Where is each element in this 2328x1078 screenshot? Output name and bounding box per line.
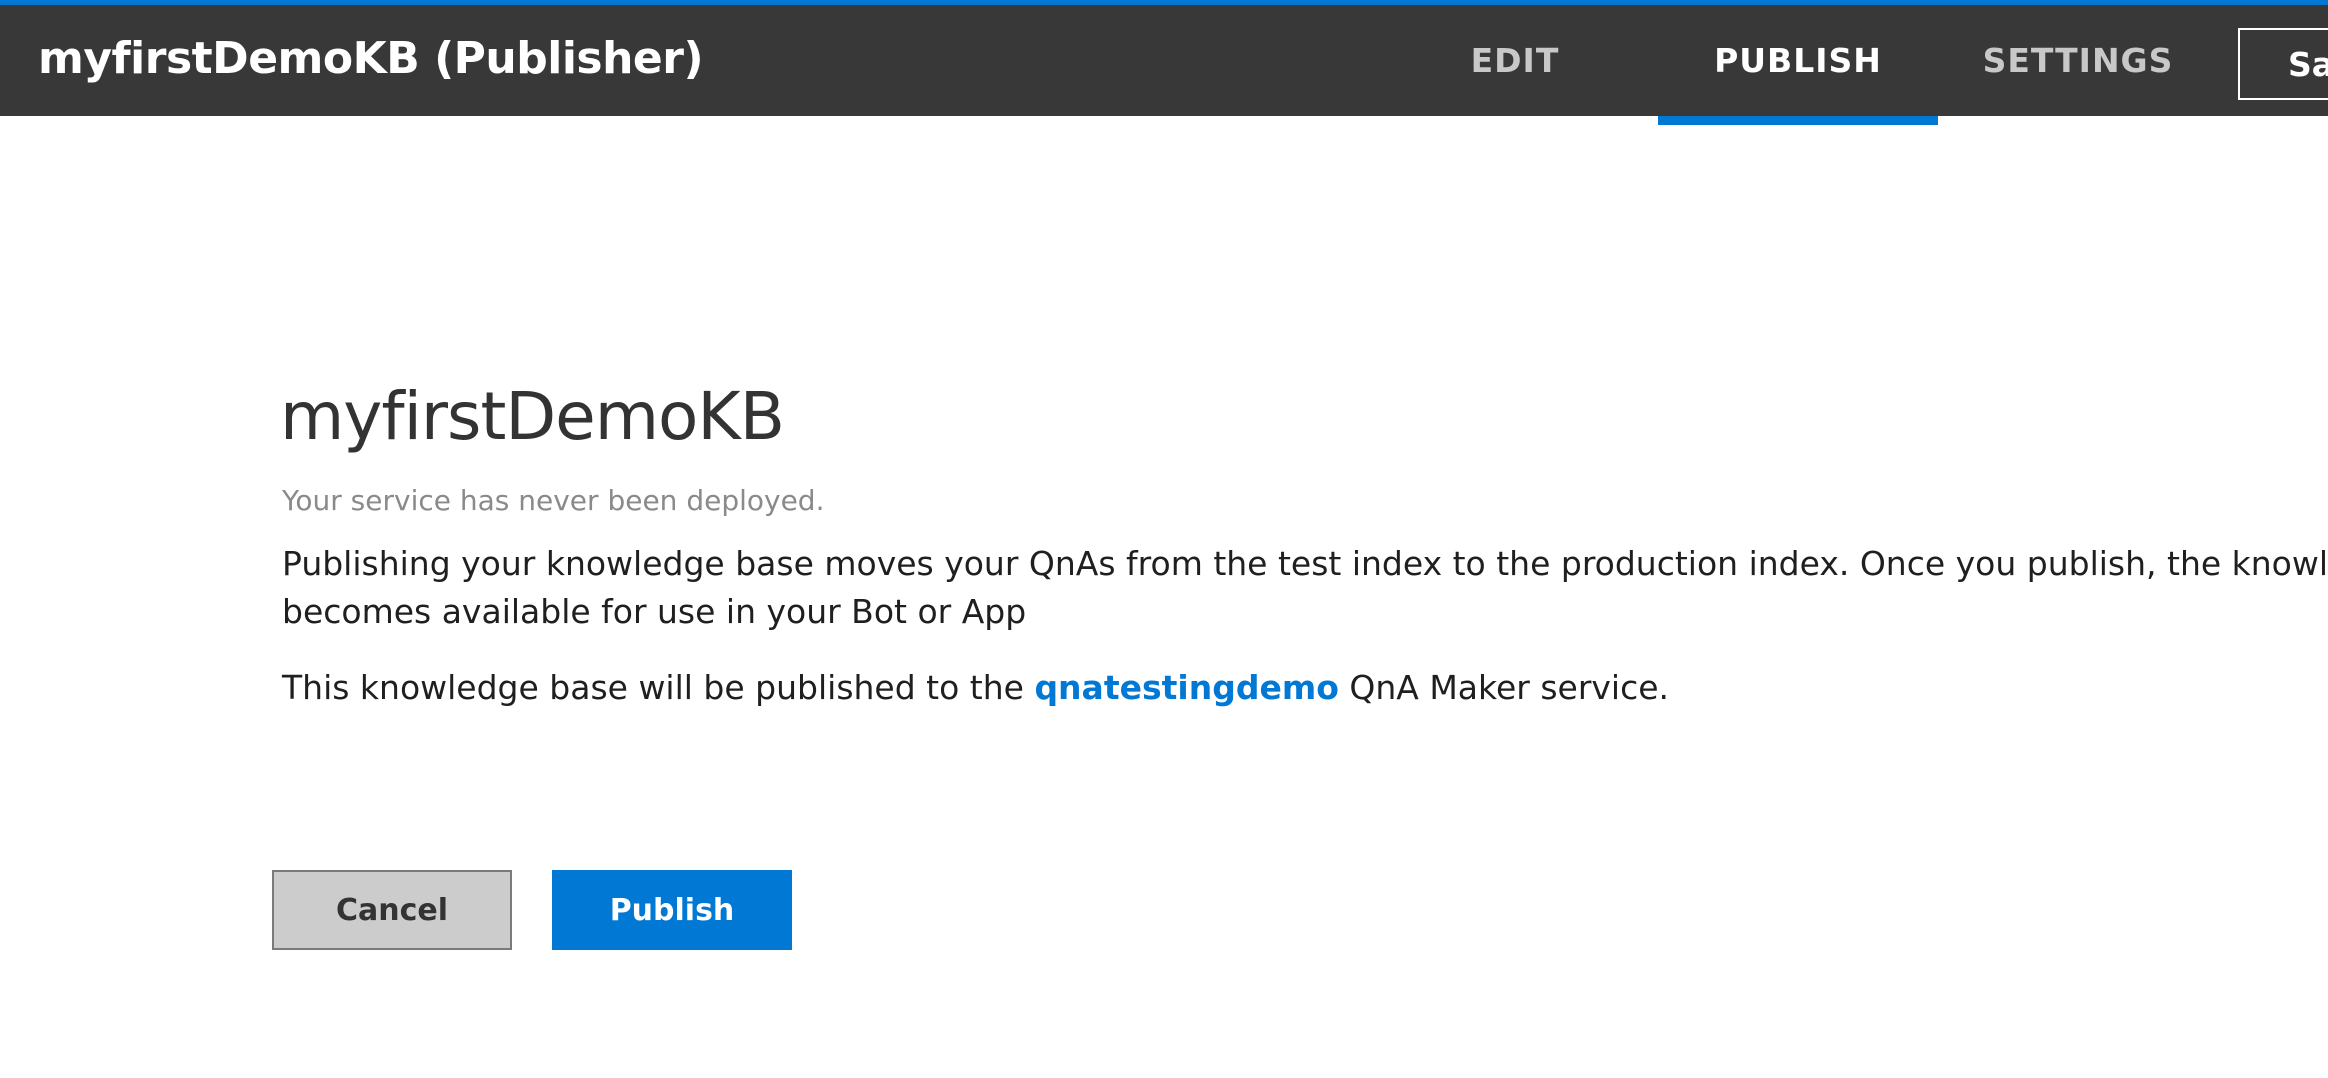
cancel-button[interactable]: Cancel (272, 870, 512, 950)
publish-page: myfirstDemoKB (Publisher) EDIT PUBLISH S… (0, 0, 2328, 1078)
deployment-status-text: Your service has never been deployed. (282, 484, 825, 517)
knowledge-base-name: myfirstDemoKB (280, 378, 785, 455)
active-tab-indicator (1658, 116, 1938, 125)
service-note-suffix: QnA Maker service. (1338, 668, 1670, 707)
service-note-prefix: This knowledge base will be published to… (282, 668, 1035, 707)
description-line-2: becomes available for use in your Bot or… (282, 592, 1027, 631)
publish-description: Publishing your knowledge base moves you… (282, 540, 2328, 636)
page-title: myfirstDemoKB (Publisher) (38, 33, 704, 84)
top-navigation-bar: myfirstDemoKB (Publisher) EDIT PUBLISH S… (0, 0, 2328, 125)
description-line-1: Publishing your knowledge base moves you… (282, 544, 2328, 583)
service-target-note: This knowledge base will be published to… (282, 668, 1669, 707)
tab-settings[interactable]: SETTINGS (1960, 5, 2196, 116)
service-name-link[interactable]: qnatestingdemo (1034, 668, 1338, 707)
save-and-train-button[interactable]: Sa (2238, 28, 2328, 100)
publish-button[interactable]: Publish (552, 870, 792, 950)
tab-edit[interactable]: EDIT (1440, 5, 1590, 116)
tab-publish[interactable]: PUBLISH (1658, 5, 1938, 116)
